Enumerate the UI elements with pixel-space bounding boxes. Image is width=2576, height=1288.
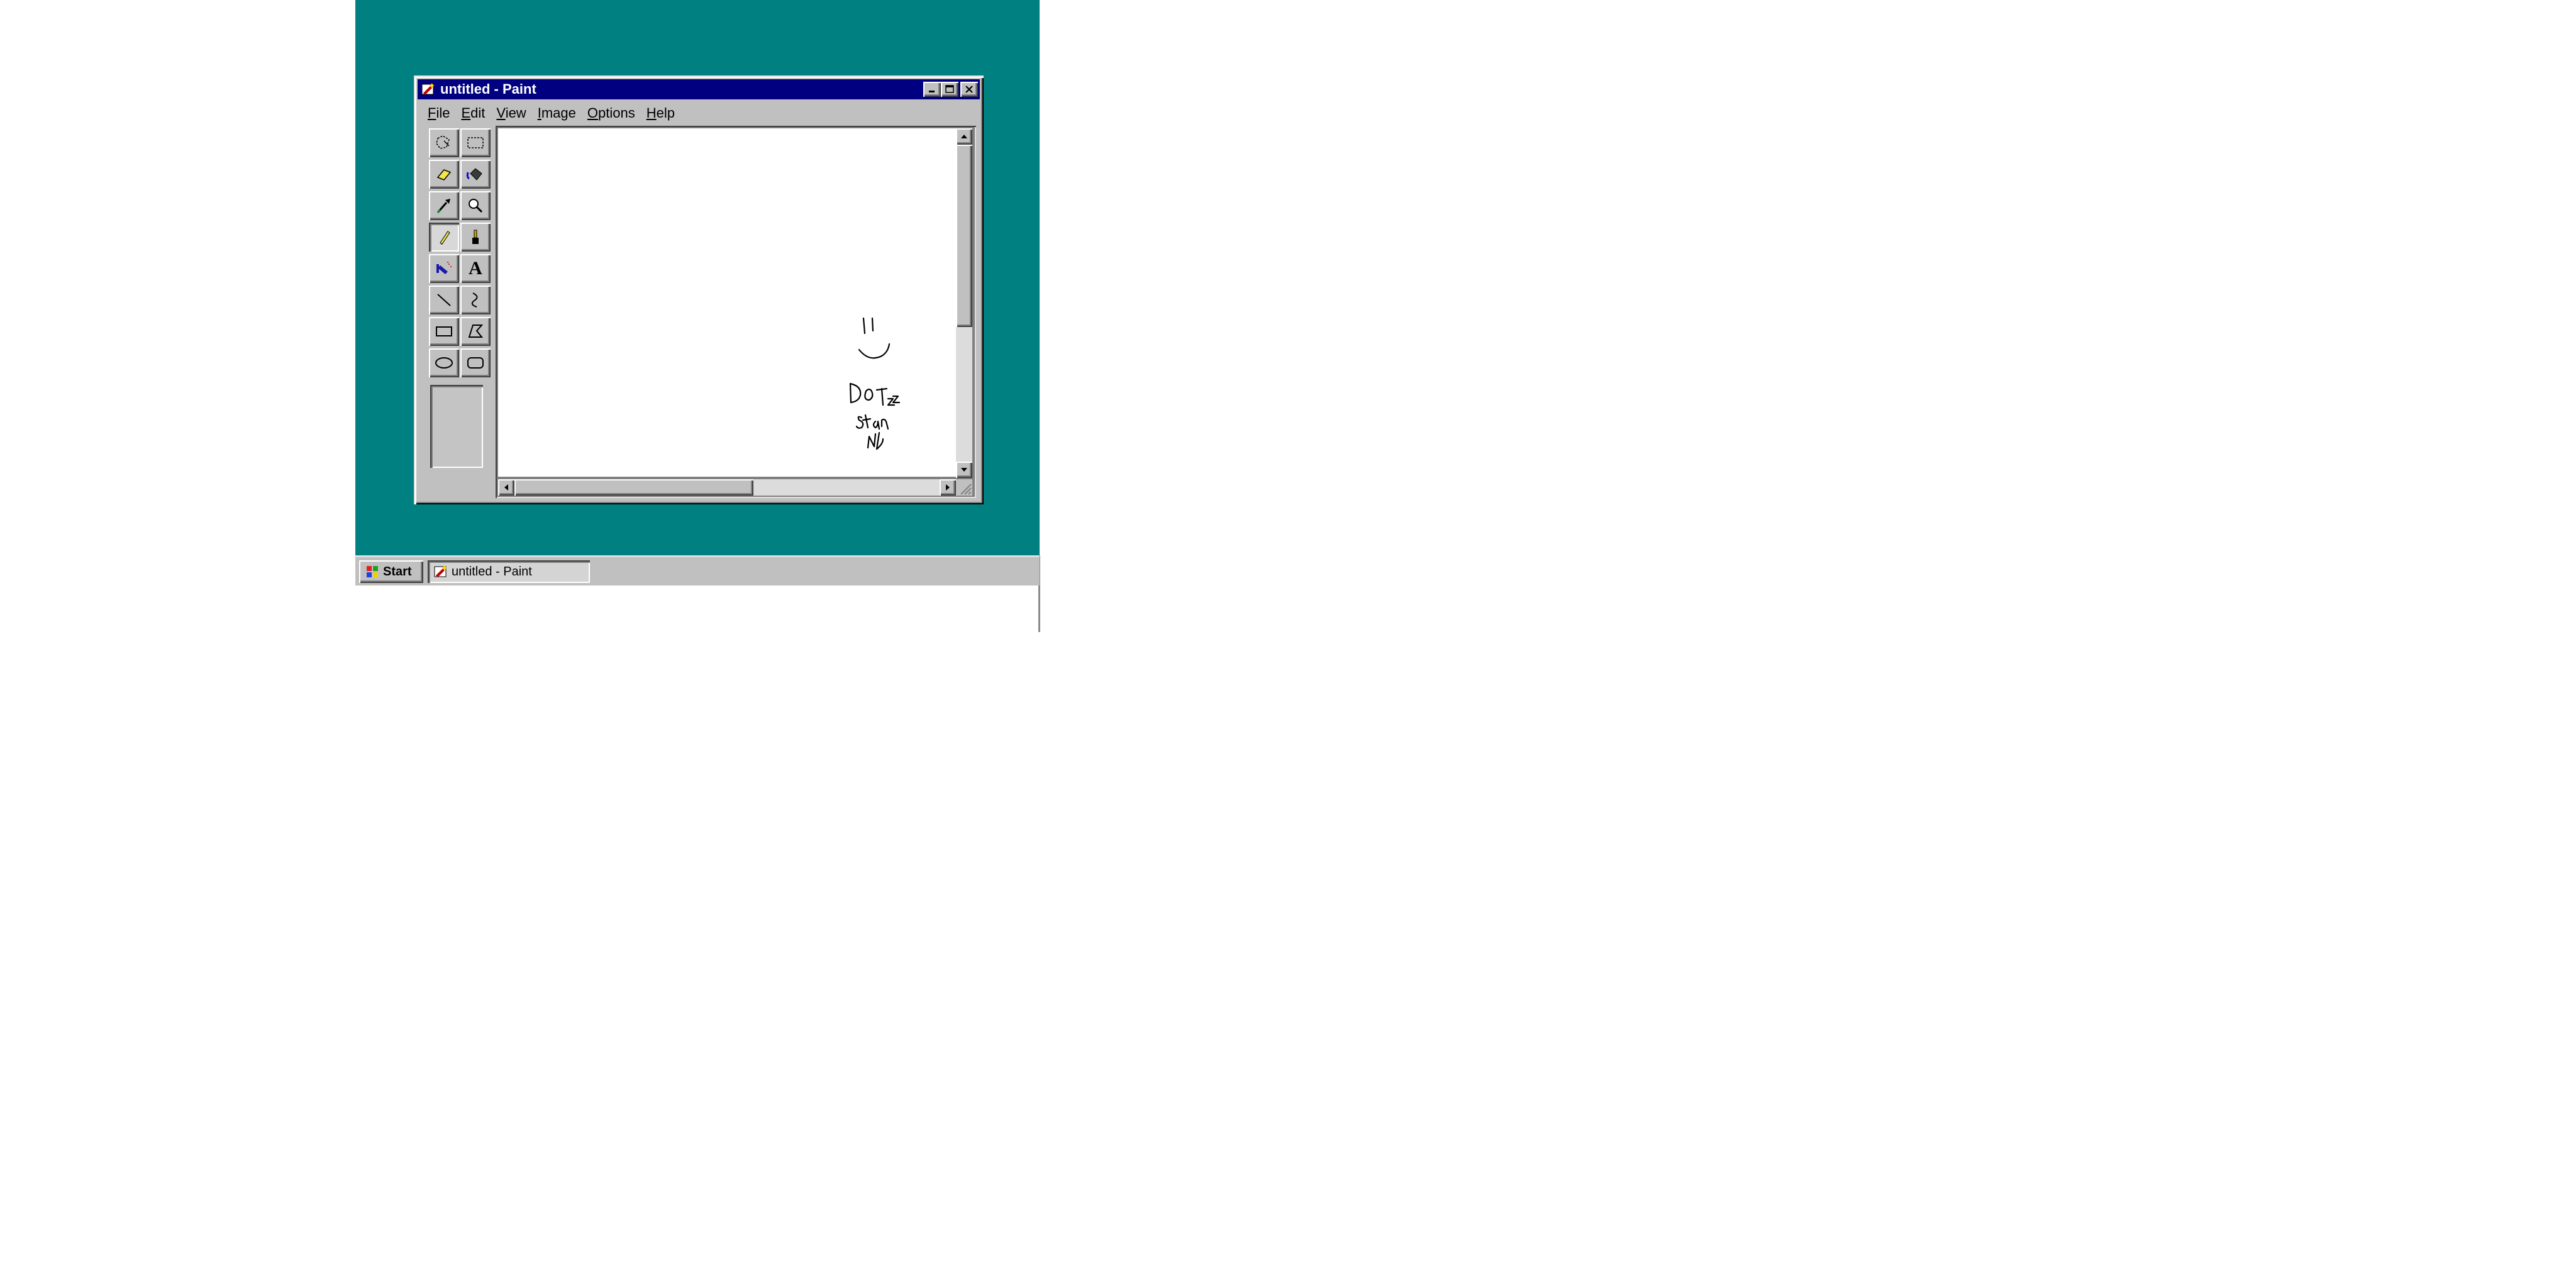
drawn-letters-do xyxy=(849,382,862,404)
pick-color-icon xyxy=(436,199,450,214)
select-icon xyxy=(467,137,484,148)
menu-file-mnemonic: F xyxy=(428,105,436,121)
tool-airbrush[interactable] xyxy=(429,254,459,283)
scroll-up-button[interactable] xyxy=(956,128,972,145)
menu-view-label: iew xyxy=(505,105,526,121)
airbrush-icon xyxy=(436,262,452,274)
ellipse-icon xyxy=(435,357,453,369)
vertical-scroll-thumb[interactable] xyxy=(956,145,972,327)
tool-eraser[interactable] xyxy=(429,160,459,189)
scroll-right-button[interactable] xyxy=(940,479,956,496)
menu-options[interactable]: Options xyxy=(582,105,641,121)
tool-fill-with-color[interactable] xyxy=(460,160,491,189)
menu-file-label: ile xyxy=(436,105,450,121)
paint-task-icon xyxy=(434,565,447,577)
maximize-icon xyxy=(945,85,954,93)
minimize-button[interactable] xyxy=(923,82,941,97)
rounded-rectangle-icon xyxy=(467,357,484,369)
text-icon: A xyxy=(469,258,482,279)
horizontal-scroll-thumb[interactable] xyxy=(514,479,753,496)
pencil-icon xyxy=(440,231,450,245)
maximize-button[interactable] xyxy=(941,82,958,97)
scroll-left-button[interactable] xyxy=(498,479,514,496)
menu-bar: File Edit View Image Options Help xyxy=(423,103,681,123)
tool-brush[interactable] xyxy=(460,223,491,252)
drawing-canvas[interactable] xyxy=(498,128,956,477)
line-icon xyxy=(437,294,451,306)
tool-pick-color[interactable] xyxy=(429,191,459,220)
windows-logo-icon xyxy=(367,566,378,577)
arrow-up-icon xyxy=(961,135,967,138)
brush-icon xyxy=(472,230,479,244)
arrow-down-icon xyxy=(961,468,967,472)
menu-edit-mnemonic: E xyxy=(461,105,471,121)
menu-help-label: elp xyxy=(656,105,675,121)
taskbar-item-label: untitled - Paint xyxy=(452,564,532,579)
start-label: Start xyxy=(383,564,412,579)
scroll-down-button[interactable] xyxy=(956,462,972,478)
rectangle-icon xyxy=(436,326,452,336)
fill-with-color-icon xyxy=(466,168,482,180)
canvas-area xyxy=(496,126,976,498)
menu-view-mnemonic: V xyxy=(496,105,506,121)
close-icon xyxy=(965,86,973,93)
menu-help[interactable]: Help xyxy=(641,105,681,121)
tool-pencil[interactable] xyxy=(429,223,459,252)
menu-file[interactable]: File xyxy=(423,105,456,121)
paint-app-icon[interactable] xyxy=(421,82,435,96)
vertical-scrollbar[interactable] xyxy=(956,128,972,478)
tool-curve[interactable] xyxy=(460,286,491,314)
paint-window: untitled - Paint File Edit View Image Op… xyxy=(414,75,984,504)
taskbar-item-paint[interactable]: untitled - Paint xyxy=(428,560,590,583)
menu-edit-label: dit xyxy=(470,105,486,121)
drawn-eye-right xyxy=(871,317,874,332)
curve-icon xyxy=(471,292,478,308)
close-button[interactable] xyxy=(960,82,978,97)
tool-rectangle[interactable] xyxy=(429,317,459,346)
tool-ellipse[interactable] xyxy=(429,348,459,377)
tool-free-form-select[interactable] xyxy=(429,128,459,157)
free-form-select-icon xyxy=(436,135,450,149)
window-title: untitled - Paint xyxy=(440,81,536,97)
freehand-drawing xyxy=(849,317,901,450)
drawn-letters-toz xyxy=(875,387,888,406)
tool-options-box[interactable] xyxy=(430,385,483,468)
polygon-icon xyxy=(468,325,484,338)
drawn-letters-nb xyxy=(867,433,877,449)
tool-select[interactable] xyxy=(460,128,491,157)
tool-rounded-rectangle[interactable] xyxy=(460,348,491,377)
arrow-right-icon xyxy=(946,484,950,491)
tool-polygon[interactable] xyxy=(460,317,491,346)
eraser-icon xyxy=(436,169,452,180)
drawn-smile xyxy=(858,343,891,359)
magnifier-icon xyxy=(469,199,483,213)
menu-image[interactable]: Image xyxy=(533,105,582,121)
size-grip[interactable] xyxy=(956,479,972,496)
tool-magnifier[interactable] xyxy=(460,191,491,220)
tool-line[interactable] xyxy=(429,286,459,314)
start-button[interactable]: Start xyxy=(359,560,423,583)
menu-image-label: mage xyxy=(541,105,576,121)
menu-help-mnemonic: H xyxy=(646,105,657,121)
menu-options-label: ptions xyxy=(598,105,635,121)
drawn-letters-stan xyxy=(855,416,864,429)
drawn-eye-left xyxy=(862,317,866,335)
size-grip-icon xyxy=(960,484,972,495)
horizontal-scrollbar[interactable] xyxy=(498,479,956,496)
tool-text[interactable]: A xyxy=(460,254,491,283)
title-bar[interactable]: untitled - Paint xyxy=(418,79,980,99)
menu-view[interactable]: View xyxy=(491,105,532,121)
menu-edit[interactable]: Edit xyxy=(456,105,491,121)
minimize-icon xyxy=(929,91,935,92)
arrow-left-icon xyxy=(504,484,508,491)
taskbar: Start untitled - Paint xyxy=(355,555,1040,586)
menu-options-mnemonic: O xyxy=(587,105,598,121)
